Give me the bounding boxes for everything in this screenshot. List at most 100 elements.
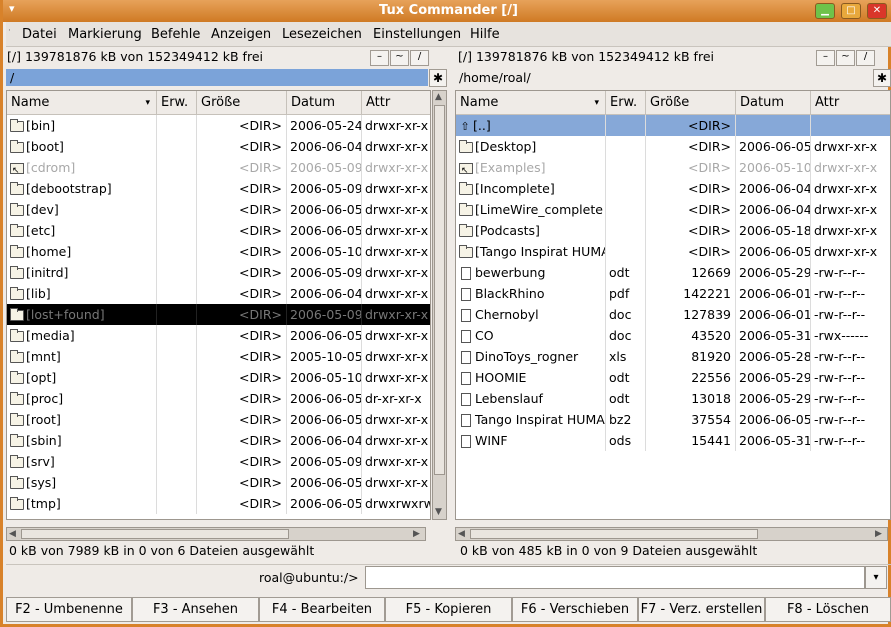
table-row[interactable]: [bin] <DIR> 2006-05-24 drwxr-xr-x [7, 115, 430, 136]
right-hscroll-thumb[interactable] [470, 529, 758, 539]
left-root-button[interactable]: – [370, 50, 389, 66]
right-home-button[interactable]: ~ [836, 50, 855, 66]
table-row[interactable]: ⇧ [..] <DIR> [456, 115, 890, 136]
table-row[interactable]: [Examples] <DIR> 2006-05-10drwxr-xr-x [456, 157, 890, 178]
right-path-bar[interactable]: /home/roal/ [455, 69, 873, 86]
right-root-button[interactable]: – [816, 50, 835, 66]
left-vertical-scrollbar[interactable]: ▲ ▼ [432, 90, 447, 520]
table-row[interactable]: [Desktop] <DIR> 2006-06-05 drwxr-xr-x [456, 136, 890, 157]
table-row[interactable]: [root] <DIR> 2006-06-05 drwxr-xr-x [7, 409, 430, 430]
f2-rename-button[interactable]: F2 - Umbenenne [6, 597, 132, 622]
left-status: 0 kB von 7989 kB in 0 von 6 Dateien ausg… [9, 543, 315, 558]
left-vscroll-thumb[interactable] [434, 105, 445, 475]
table-row[interactable]: HOOMIE odt 22556 2006-05-29 -rw-r--r-- [456, 367, 890, 388]
f3-view-button[interactable]: F3 - Ansehen [132, 597, 259, 622]
table-row[interactable]: [sys] <DIR> 2006-06-05 drwxr-xr-x [7, 472, 430, 493]
right-horizontal-scrollbar[interactable]: ◀ ▶ [455, 527, 888, 541]
table-row[interactable]: [lost+found] <DIR> 2006-05-09 drwxr-xr-x [7, 304, 430, 325]
command-input[interactable] [365, 566, 865, 589]
left-bookmark-button[interactable]: ✱ [429, 69, 447, 87]
table-row[interactable]: [home] <DIR> 2006-05-10 drwxr-xr-x [7, 241, 430, 262]
menu-markierung[interactable]: Markierung [68, 27, 142, 42]
table-row[interactable]: CO doc 43520 2006-05-31 -rwx------ [456, 325, 890, 346]
table-row[interactable]: [proc] <DIR> 2006-06-05 dr-xr-xr-x [7, 388, 430, 409]
table-row[interactable]: Lebenslauf odt 13018 2006-05-29 -rw-r--r-- [456, 388, 890, 409]
cell-size: 22556 [646, 367, 736, 388]
menu-lesezeichen[interactable]: Lesezeichen [282, 27, 362, 42]
cell-size: 81920 [646, 346, 736, 367]
cell-ext: bz2 [606, 409, 646, 430]
f4-edit-button[interactable]: F4 - Bearbeiten [259, 597, 385, 622]
table-row[interactable]: [etc] <DIR> 2006-06-05 drwxr-xr-x [7, 220, 430, 241]
maximize-button[interactable]: □ [841, 3, 861, 19]
left-home-button[interactable]: ~ [390, 50, 409, 66]
right-bookmark-button[interactable]: ✱ [873, 69, 891, 87]
cell-name-text: [opt] [26, 370, 57, 385]
table-row[interactable]: [Podcasts] <DIR> 2006-05-18 drwxr-xr-x [456, 220, 890, 241]
right-col-ext[interactable]: Erw. [606, 91, 646, 115]
table-row[interactable]: [boot] <DIR> 2006-06-04 drwxr-xr-x [7, 136, 430, 157]
left-col-attr[interactable]: Attr [362, 91, 430, 115]
menu-hilfe[interactable]: Hilfe [470, 27, 500, 42]
left-col-size[interactable]: Größe [197, 91, 287, 115]
f8-delete-button[interactable]: F8 - Löschen [765, 597, 891, 622]
menu-einstellungen[interactable]: Einstellungen [373, 27, 461, 42]
cell-size-text: <DIR> [688, 181, 731, 196]
f5-copy-button[interactable]: F5 - Kopieren [385, 597, 512, 622]
right-col-name[interactable]: Name ▾ [456, 91, 606, 115]
folder-icon [10, 245, 24, 258]
table-row[interactable]: [LimeWire_complete <DIR> 2006-06-04 drwxr-x… [456, 199, 890, 220]
menu-anzeigen[interactable]: Anzeigen [211, 27, 271, 42]
cell-size: <DIR> [646, 178, 736, 199]
table-row[interactable]: [lib] <DIR> 2006-06-04 drwxr-xr-x [7, 283, 430, 304]
table-row[interactable]: [debootstrap] <DIR> 2006-05-09 drwxr-xr-x [7, 178, 430, 199]
table-row[interactable]: [srv] <DIR> 2006-05-09 drwxr-xr-x [7, 451, 430, 472]
left-path-bar[interactable]: / [6, 69, 428, 86]
left-up-button[interactable]: / [410, 50, 429, 66]
right-file-list[interactable]: Name ▾ Erw. Größe Datum Attr ⇧ [..] <DIR> [D… [455, 90, 891, 520]
table-row[interactable]: Chernobyl doc 127839 2006-06-01 -rw-r--r-- [456, 304, 890, 325]
table-row[interactable]: [mnt] <DIR> 2005-10-05 drwxr-xr-x [7, 346, 430, 367]
table-row[interactable]: [Tango Inspirat HUMA <DIR> 2006-06-05 drwxr… [456, 241, 890, 262]
minimize-button[interactable]: ▁ [815, 3, 835, 19]
left-file-list[interactable]: Name ▾ Erw. Größe Datum Attr [bin] <DIR> 20… [6, 90, 431, 520]
table-row[interactable]: [tmp] <DIR> 2006-06-05 drwxrwxrw [7, 493, 430, 514]
left-hscroll-thumb[interactable] [21, 529, 289, 539]
cell-date: 2006-05-29 [736, 367, 811, 388]
title-bar[interactable]: ▾ Tux Commander [/] ▁ □ ✕ [3, 0, 891, 22]
right-col-size[interactable]: Größe [646, 91, 736, 115]
left-col-date[interactable]: Datum [287, 91, 362, 115]
menu-befehle[interactable]: Befehle [151, 27, 200, 42]
table-row[interactable]: [Incomplete] <DIR> 2006-06-04 drwxr-xr-x [456, 178, 890, 199]
table-row[interactable]: [initrd] <DIR> 2006-05-09 drwxr-xr-x [7, 262, 430, 283]
right-col-attr[interactable]: Attr [811, 91, 890, 115]
right-up-button[interactable]: / [856, 50, 875, 66]
f7-mkdir-button[interactable]: F7 - Verz. erstellen [638, 597, 765, 622]
cell-name-text: [etc] [26, 223, 56, 238]
panel-splitter[interactable] [449, 49, 454, 564]
table-row[interactable]: Tango Inspirat HUMA bz2 37554 2006-06-05 -rw… [456, 409, 890, 430]
table-row[interactable]: WINF ods 15441 2006-05-31 -rw-r--r-- [456, 430, 890, 451]
table-row[interactable]: [opt] <DIR> 2006-05-10 drwxr-xr-x [7, 367, 430, 388]
cell-ext [606, 199, 646, 220]
cell-attr: drwxr-xr-x [362, 262, 430, 283]
table-row[interactable]: bewerbung odt 12669 2006-05-29 -rw-r--r-- [456, 262, 890, 283]
table-row[interactable]: [sbin] <DIR> 2006-06-04 drwxr-xr-x [7, 430, 430, 451]
left-col-name[interactable]: Name ▾ [7, 91, 157, 115]
cell-attr-text: drwxr-xr-x [365, 475, 429, 490]
left-horizontal-scrollbar[interactable]: ◀ ▶ [6, 527, 426, 541]
table-row[interactable]: [dev] <DIR> 2006-06-05 drwxr-xr-x [7, 199, 430, 220]
menu-datei[interactable]: Datei [22, 27, 57, 42]
close-button[interactable]: ✕ [867, 3, 887, 19]
table-row[interactable]: [media] <DIR> 2006-06-05 drwxr-xr-x [7, 325, 430, 346]
cell-name: DinoToys_rogner [456, 346, 606, 367]
f6-move-button[interactable]: F6 - Verschieben [512, 597, 638, 622]
folder-icon [10, 140, 24, 153]
left-col-ext[interactable]: Erw. [157, 91, 197, 115]
table-row[interactable]: DinoToys_rogner xls 81920 2006-05-28 -rw-r--… [456, 346, 890, 367]
cell-date-text: 2006-05-09 [290, 181, 362, 196]
right-col-date[interactable]: Datum [736, 91, 811, 115]
table-row[interactable]: BlackRhino pdf 142221 2006-06-01 -rw-r--r-- [456, 283, 890, 304]
table-row[interactable]: [cdrom] <DIR> 2006-05-09drwxr-xr-x [7, 157, 430, 178]
command-history-button[interactable]: ▾ [865, 566, 887, 589]
